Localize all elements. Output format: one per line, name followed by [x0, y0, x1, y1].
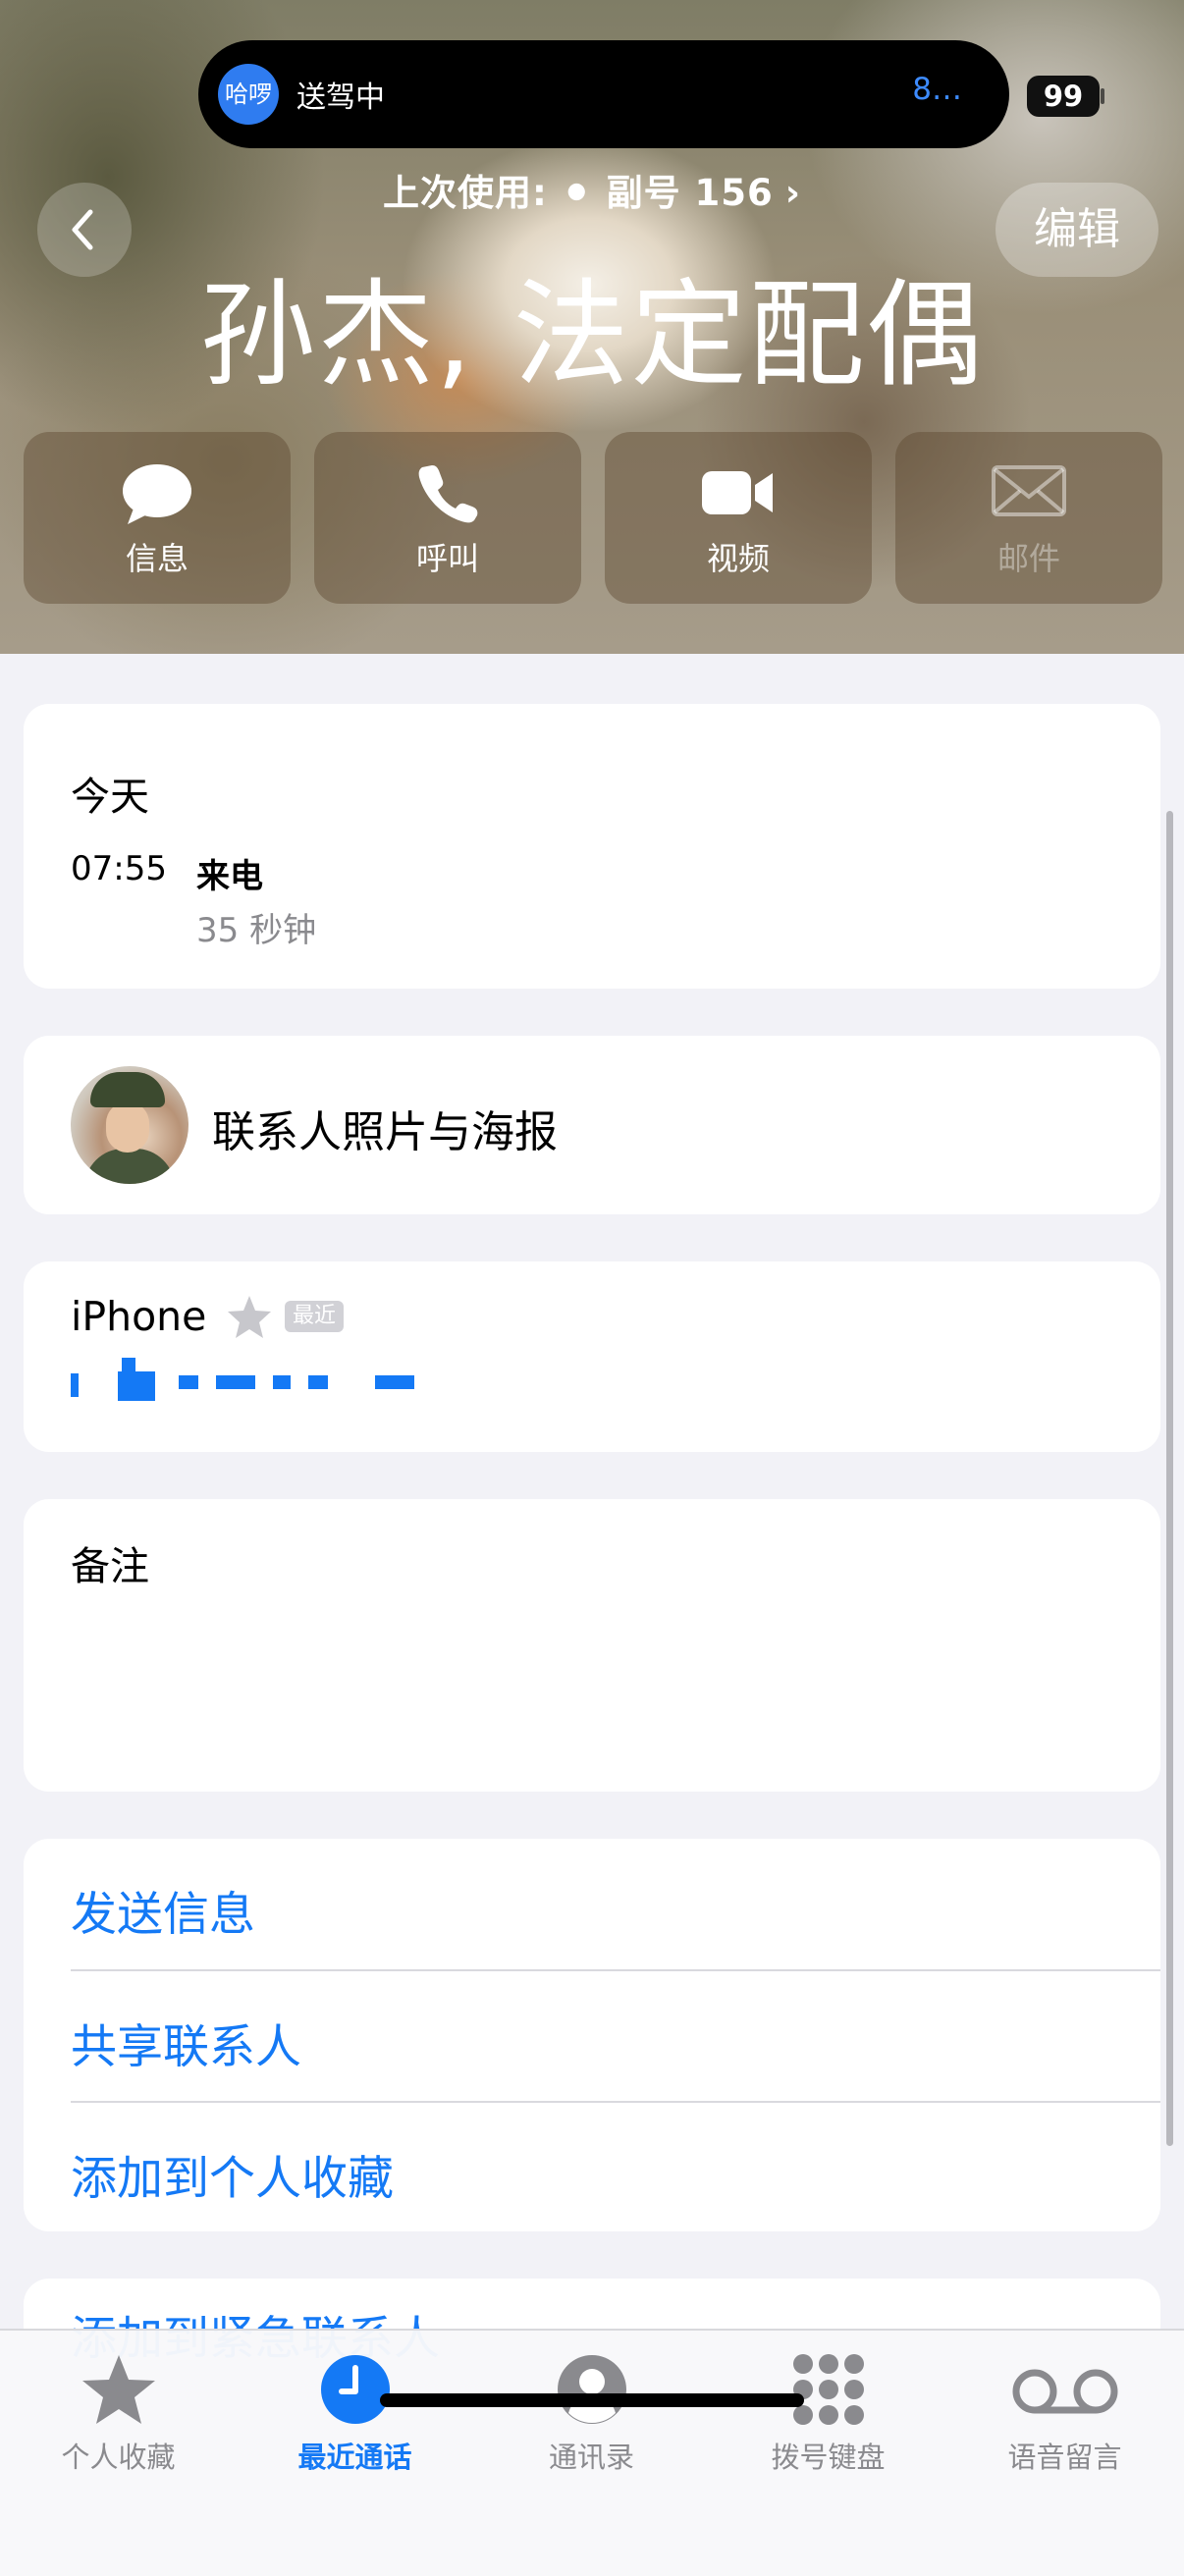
chevron-right-icon: › — [784, 172, 801, 214]
contact-photo-poster-row[interactable]: 联系人照片与海报 — [24, 1036, 1160, 1214]
notes-card[interactable]: 备注 — [24, 1499, 1160, 1792]
tab-favorites[interactable]: 个人收藏 — [0, 2331, 237, 2497]
call-action-button[interactable]: 呼叫 — [314, 432, 581, 604]
recent-calls-card: 今天 07:55 来电 35 秒钟 — [24, 704, 1160, 989]
video-camera-icon — [702, 471, 773, 514]
live-activity-eta: 8… — [912, 72, 962, 107]
person-circle-icon — [557, 2355, 626, 2424]
send-message-link[interactable]: 发送信息 — [71, 1839, 1160, 1969]
add-to-favorites-link[interactable]: 添加到个人收藏 — [71, 2103, 1160, 2233]
live-activity-title: 送驾中 — [296, 80, 385, 115]
message-action-label: 信息 — [125, 540, 188, 577]
recent-calls-date: 今天 — [71, 775, 149, 820]
phone-icon — [418, 465, 478, 523]
tab-keypad[interactable]: 拨号键盘 — [710, 2331, 946, 2497]
quick-actions: 信息 呼叫 视频 邮件 — [24, 432, 1162, 604]
tab-favorites-label: 个人收藏 — [61, 2441, 176, 2474]
tab-voicemail[interactable]: 语音留言 — [946, 2331, 1183, 2497]
star-icon — [81, 2355, 155, 2424]
call-time: 07:55 — [71, 849, 167, 888]
share-contact-label: 共享联系人 — [71, 2020, 301, 2074]
contact-name: 孙杰, 法定配偶 — [199, 267, 985, 402]
scroll-indicator[interactable] — [1166, 811, 1173, 2146]
send-message-label: 发送信息 — [71, 1888, 255, 1942]
battery-indicator: 99 — [1027, 76, 1100, 117]
actions-list-card: 发送信息 共享联系人 添加到个人收藏 — [24, 1839, 1160, 2231]
last-used-label: 上次使用: ⚫ 副号 156 — [383, 172, 774, 214]
battery-tip — [1101, 88, 1104, 104]
dynamic-island[interactable]: 哈啰 送驾中 8… — [198, 40, 1009, 148]
phone-number-card[interactable]: iPhone 最近 — [24, 1261, 1160, 1452]
mail-envelope-icon — [992, 465, 1066, 516]
call-action-label: 呼叫 — [415, 540, 479, 577]
star-icon — [228, 1296, 271, 1338]
message-bubble-icon — [123, 464, 191, 524]
phone-label: iPhone — [71, 1293, 207, 1340]
video-action-label: 视频 — [706, 540, 770, 577]
voicemail-icon — [1012, 2369, 1117, 2414]
call-duration: 35 秒钟 — [196, 911, 317, 950]
tab-keypad-label: 拨号键盘 — [771, 2441, 886, 2474]
tab-bar: 个人收藏 最近通话 通讯录 拨号键盘 语音留言 — [0, 2329, 1184, 2576]
keypad-icon — [792, 2354, 864, 2425]
tab-recents-label: 最近通话 — [297, 2441, 412, 2474]
message-action-button[interactable]: 信息 — [24, 432, 291, 604]
contact-photo-poster-label: 联系人照片与海报 — [212, 1107, 558, 1157]
share-contact-link[interactable]: 共享联系人 — [71, 1971, 1160, 2102]
mail-action-label: 邮件 — [996, 540, 1060, 577]
video-action-button[interactable]: 视频 — [605, 432, 872, 604]
mail-action-button[interactable]: 邮件 — [895, 432, 1162, 604]
notes-label: 备注 — [71, 1544, 149, 1589]
add-to-favorites-label: 添加到个人收藏 — [71, 2152, 394, 2206]
hello-app-icon: 哈啰 — [218, 64, 279, 125]
phone-number-redacted[interactable] — [71, 1358, 444, 1401]
contact-header: 哈啰 送驾中 8… 99 上次使用: ⚫ 副号 156 › 编辑 孙杰, 法定配偶… — [0, 0, 1184, 654]
call-type: 来电 — [196, 857, 263, 896]
clock-icon — [320, 2355, 390, 2424]
tab-recents[interactable]: 最近通话 — [237, 2331, 473, 2497]
avatar — [71, 1066, 188, 1184]
recent-badge: 最近 — [285, 1301, 345, 1332]
tab-contacts[interactable]: 通讯录 — [473, 2331, 710, 2497]
tab-contacts-label: 通讯录 — [548, 2441, 634, 2474]
tab-voicemail-label: 语音留言 — [1007, 2441, 1122, 2474]
home-indicator[interactable] — [380, 2393, 804, 2407]
